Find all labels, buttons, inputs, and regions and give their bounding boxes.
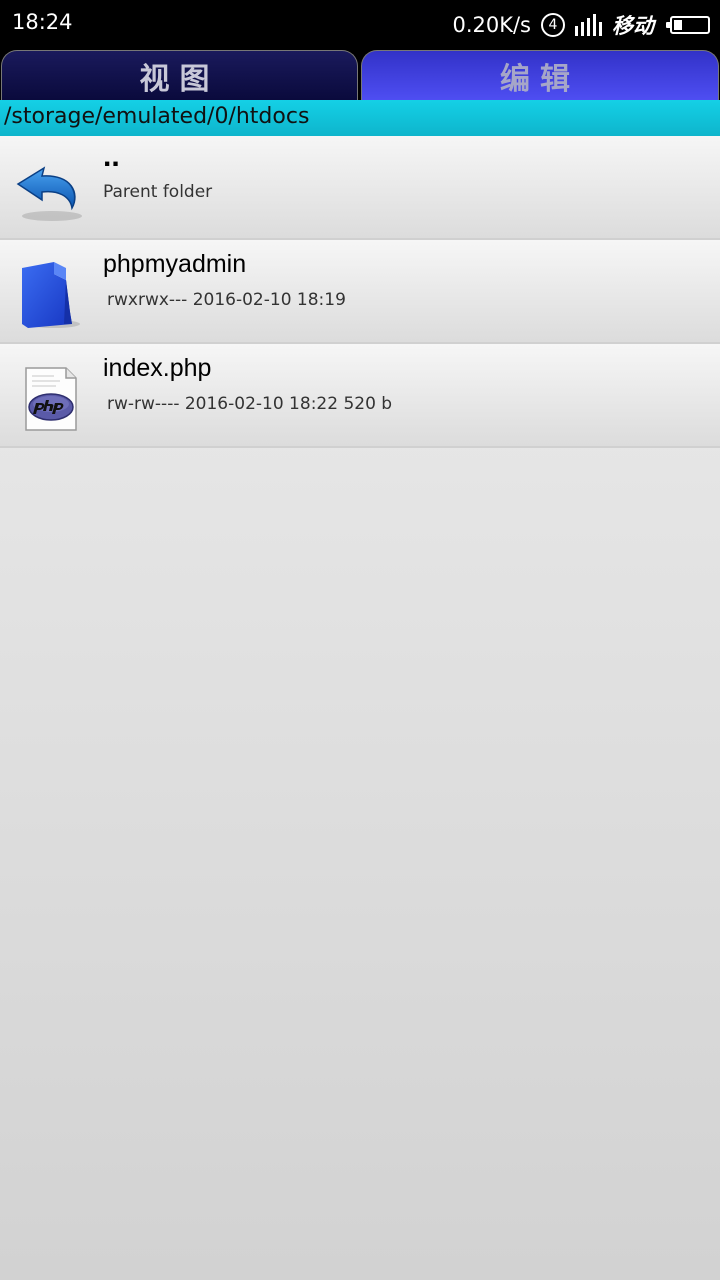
file-name: index.php xyxy=(103,354,212,382)
file-meta: Parent folder xyxy=(103,182,213,202)
folder-icon xyxy=(22,262,80,328)
network-speed: 0.20K/s xyxy=(452,13,531,37)
battery-icon xyxy=(666,16,710,34)
file-meta: rw-rw---- 2016-02-10 18:22 520 b xyxy=(107,394,393,414)
tab-edit[interactable]: 编辑 xyxy=(361,50,719,100)
tab-bar: 视图 编辑 xyxy=(0,48,720,100)
status-bar: 18:24 0.20K/s 4 移动 xyxy=(0,0,720,48)
current-path: /storage/emulated/0/htdocs xyxy=(0,100,720,136)
back-arrow-icon xyxy=(16,166,82,221)
carrier-name: 移动 xyxy=(612,14,654,38)
file-row-index-php[interactable]: index.php rw-rw---- 2016-02-10 18:22 520… xyxy=(0,344,720,448)
sim-slot-badge: 4 xyxy=(541,13,565,37)
file-name: phpmyadmin xyxy=(103,250,247,278)
status-indicators: 0.20K/s 4 移动 xyxy=(452,10,710,40)
file-row-parent-folder[interactable]: .. Parent folder xyxy=(0,136,720,240)
signal-bars-icon xyxy=(575,14,602,36)
file-row-phpmyadmin[interactable]: phpmyadmin rwxrwx--- 2016-02-10 18:19 xyxy=(0,240,720,344)
file-list: .. Parent folder phpmyadmin rwxrwx--- 20… xyxy=(0,136,720,448)
php-file-icon xyxy=(25,367,77,431)
status-time: 18:24 xyxy=(12,10,73,34)
file-name: .. xyxy=(103,140,120,173)
file-meta: rwxrwx--- 2016-02-10 18:19 xyxy=(107,290,346,310)
tab-view[interactable]: 视图 xyxy=(1,50,358,100)
